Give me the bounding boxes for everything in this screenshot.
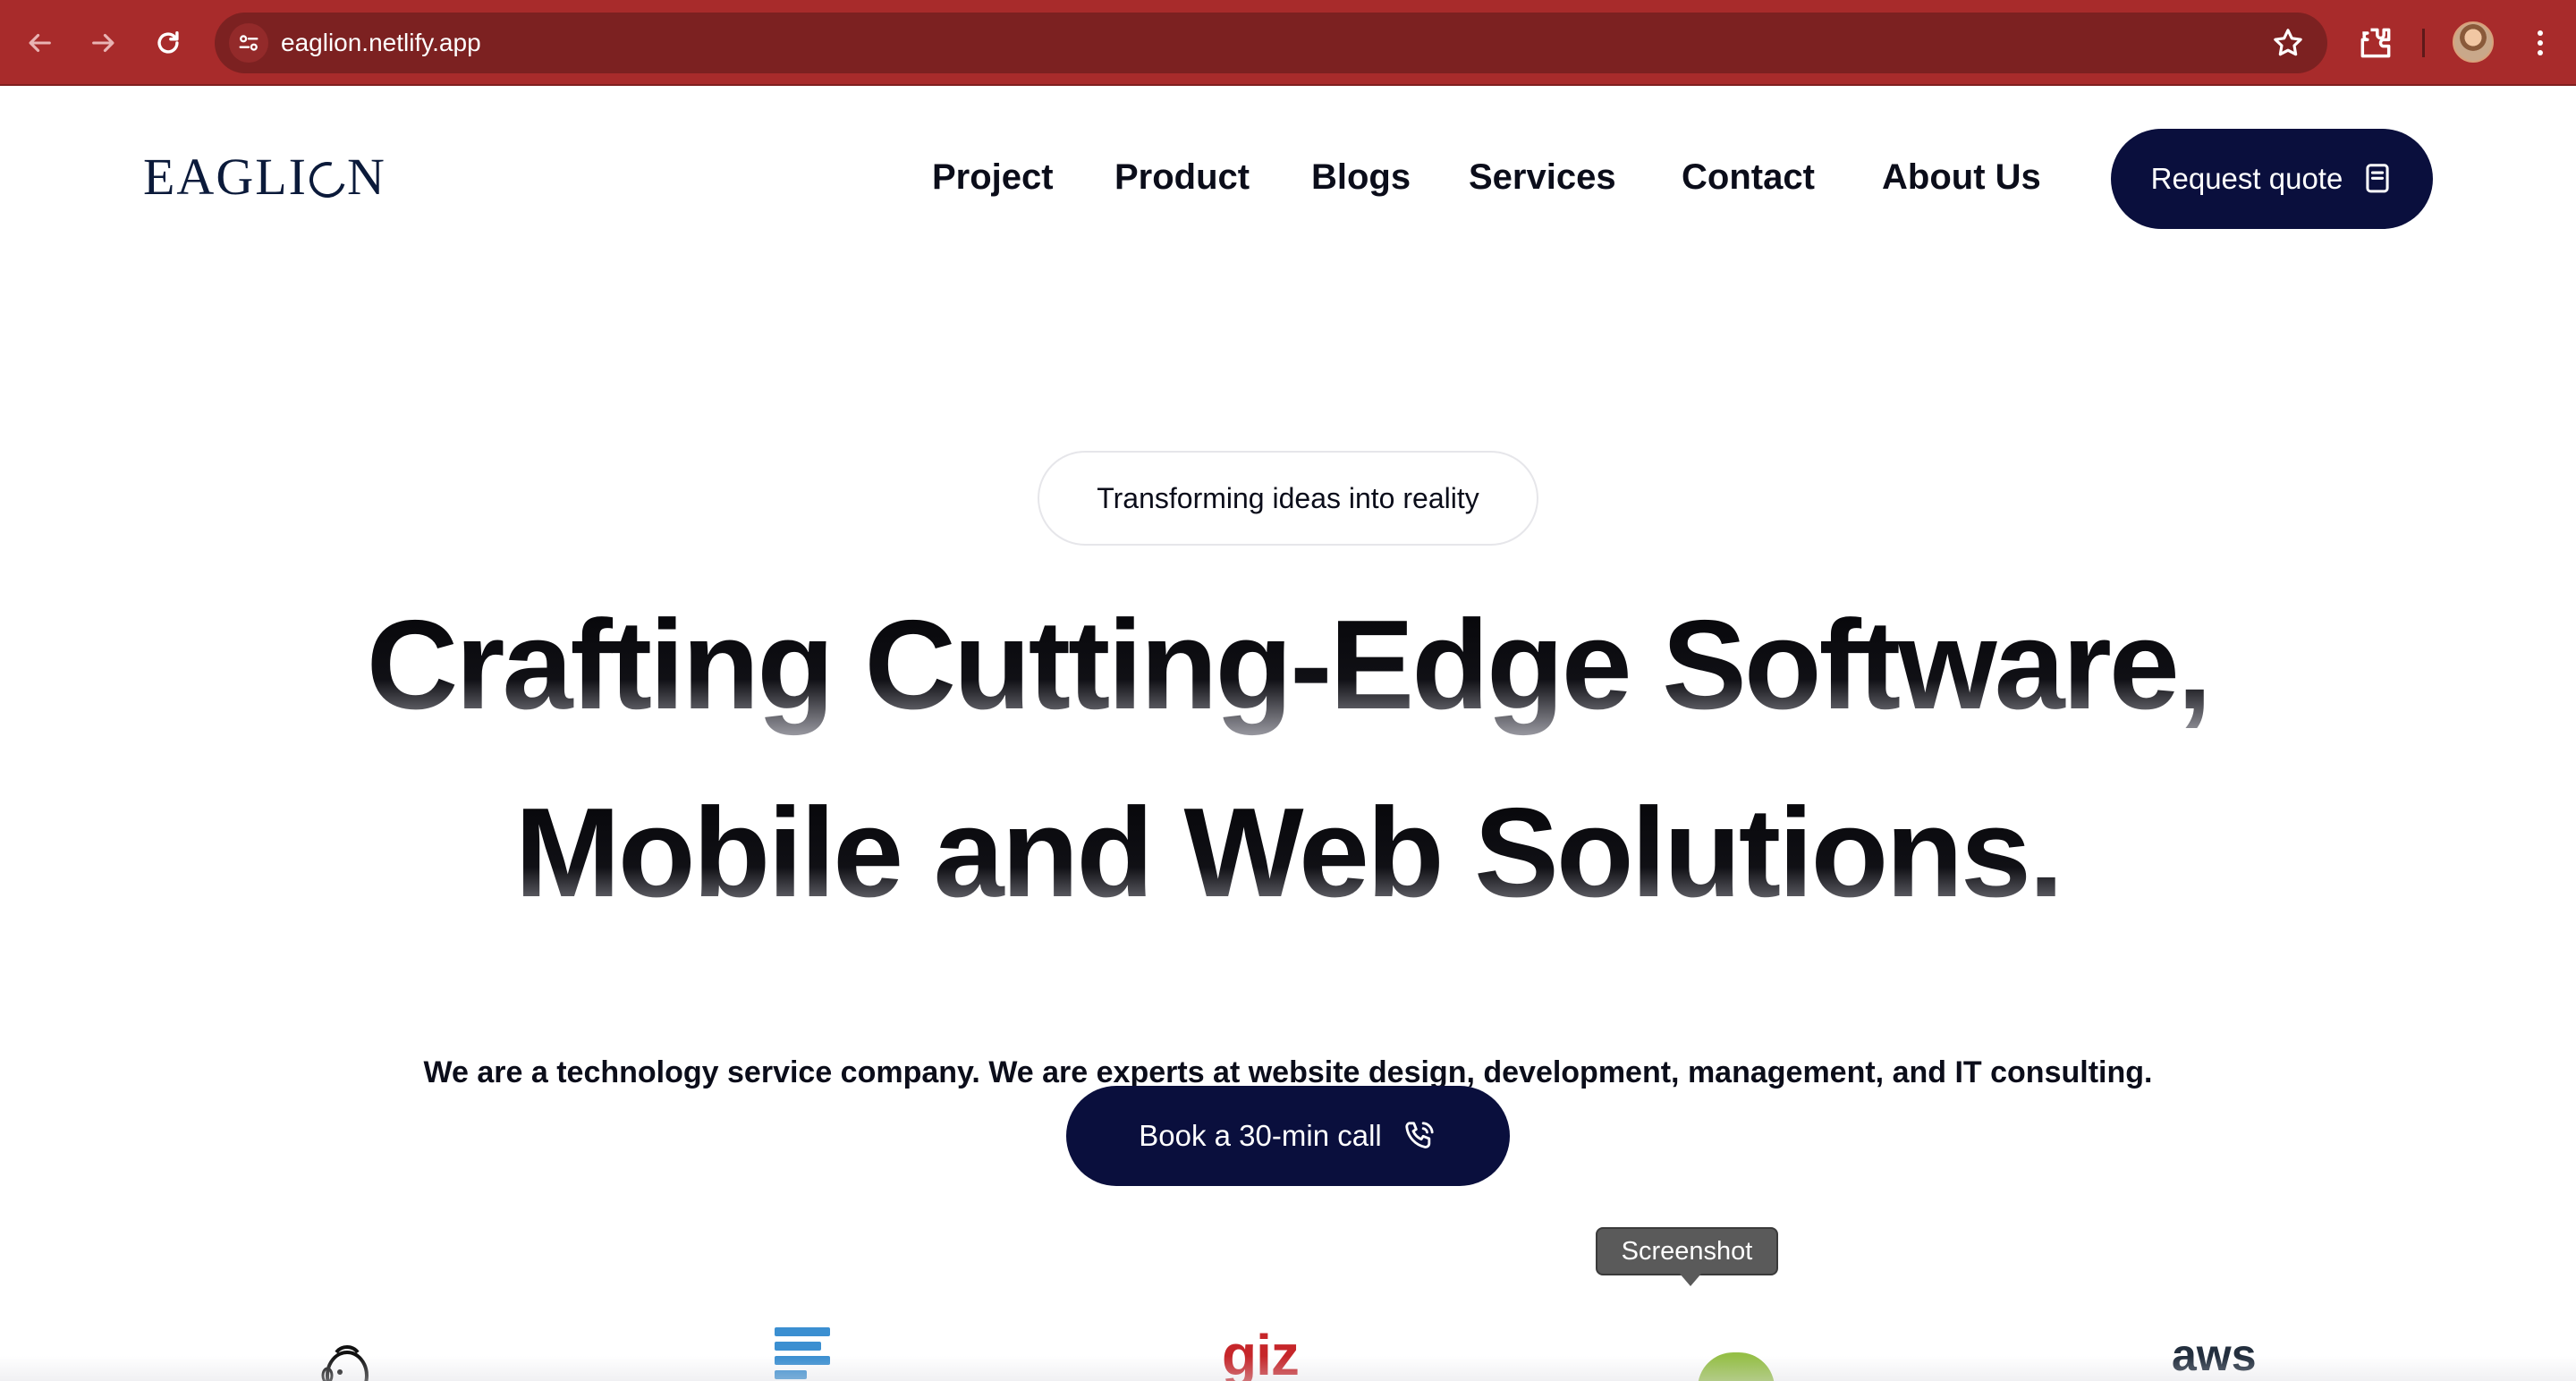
- nav-blogs[interactable]: Blogs: [1311, 157, 1411, 198]
- eaglion-logo[interactable]: EAGLI N: [143, 147, 386, 207]
- book-call-button[interactable]: Book a 30-min call: [1066, 1086, 1510, 1186]
- logo-text-left: EAGLI: [143, 148, 308, 206]
- nav-product[interactable]: Product: [1114, 157, 1250, 198]
- bottom-fade: [0, 1356, 2576, 1381]
- screenshot-tooltip: Screenshot: [1596, 1227, 1778, 1286]
- url-text[interactable]: eaglion.netlify.app: [281, 13, 481, 73]
- nav-contact[interactable]: Contact: [1682, 157, 1815, 198]
- site-info-icon: [239, 35, 258, 51]
- site-info-button[interactable]: [229, 23, 268, 63]
- nav-services[interactable]: Services: [1469, 157, 1616, 198]
- receipt-icon: [2366, 164, 2389, 193]
- forward-arrow-icon: [92, 33, 114, 53]
- toolbar-separator: [2422, 29, 2425, 57]
- nav-project[interactable]: Project: [932, 157, 1054, 198]
- hero-headline-line-2: Mobile and Web Solutions.: [514, 782, 2064, 924]
- hero-headline-line-1: Crafting Cutting-Edge Software,: [366, 594, 2213, 736]
- request-quote-label: Request quote: [2150, 162, 2343, 195]
- phone-call-icon: [1405, 1122, 1434, 1148]
- extensions-icon[interactable]: [2356, 23, 2395, 63]
- forward-button[interactable]: [80, 20, 127, 66]
- book-call-label: Book a 30-min call: [1139, 1119, 1382, 1152]
- website-viewport: EAGLI N Project Product Blogs Services Co…: [0, 88, 2576, 1381]
- bookmark-star-icon[interactable]: [2270, 25, 2306, 61]
- logo-text-right: N: [346, 148, 386, 206]
- logo-swoosh-icon: [302, 155, 352, 205]
- nav-about-us[interactable]: About Us: [1882, 157, 2041, 198]
- browser-toolbar: eaglion.netlify.app: [0, 0, 2576, 86]
- reload-button[interactable]: [145, 20, 191, 66]
- back-button[interactable]: [16, 20, 63, 66]
- tagline-pill: Transforming ideas into reality: [1038, 451, 1538, 546]
- profile-avatar[interactable]: [2453, 21, 2494, 63]
- address-bar[interactable]: eaglion.netlify.app: [215, 13, 2327, 73]
- reload-icon: [157, 30, 179, 54]
- more-menu-icon[interactable]: [2522, 23, 2558, 63]
- back-arrow-icon: [29, 33, 51, 53]
- request-quote-button[interactable]: Request quote: [2111, 129, 2433, 229]
- partner-logos-strip: giz aws: [0, 1322, 2576, 1381]
